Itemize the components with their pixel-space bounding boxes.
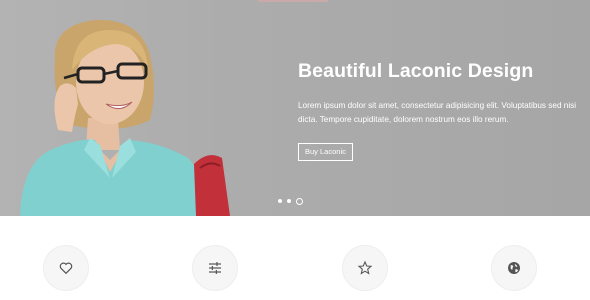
globe-icon	[508, 262, 520, 274]
slide-dot-1[interactable]	[278, 199, 282, 203]
feature-heart-button[interactable]	[43, 245, 89, 291]
hero-person-image	[20, 19, 230, 216]
hero-title: Beautiful Laconic Design	[298, 60, 534, 82]
star-icon	[357, 260, 373, 275]
sliders-icon	[209, 262, 221, 274]
slide-dot-2[interactable]	[287, 199, 291, 203]
feature-star-button[interactable]	[342, 245, 388, 291]
hero-slider: Beautiful Laconic Design Lorem ipsum dol…	[0, 0, 590, 216]
hero-description: Lorem ipsum dolor sit amet, consectetur …	[298, 101, 577, 124]
slide-dot-3-active[interactable]	[296, 197, 303, 205]
top-accent-bar	[258, 0, 328, 2]
heart-icon	[59, 262, 73, 275]
slider-pagination	[278, 197, 303, 205]
features-row	[0, 216, 590, 300]
feature-sliders-button[interactable]	[192, 245, 238, 291]
buy-laconic-button[interactable]: Buy Laconic	[298, 143, 353, 161]
feature-globe-button[interactable]	[491, 245, 537, 291]
